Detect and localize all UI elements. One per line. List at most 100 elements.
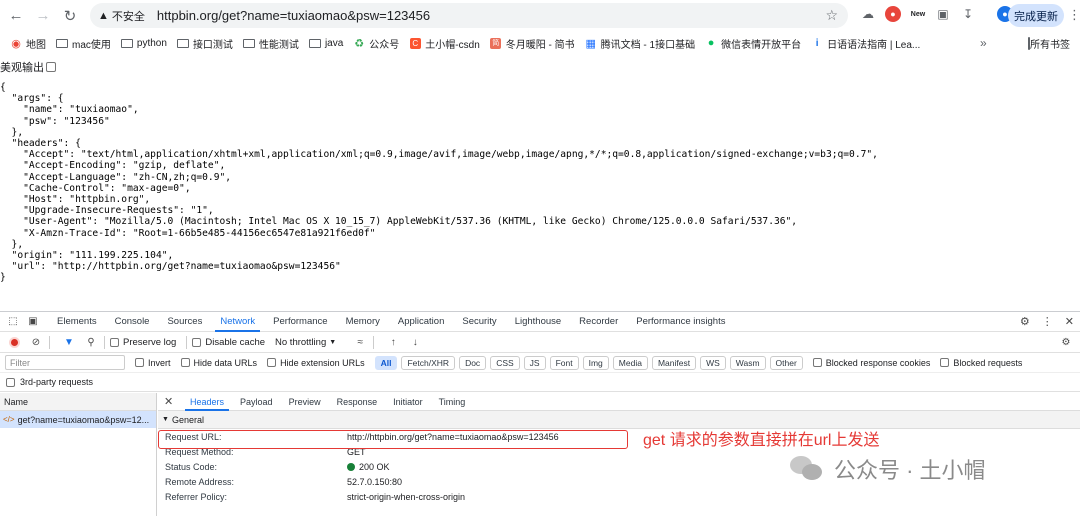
- detail-tab-timing[interactable]: Timing: [431, 393, 474, 411]
- devtools-tab-sources[interactable]: Sources: [158, 312, 211, 332]
- type-filter-css[interactable]: CSS: [490, 355, 520, 370]
- record-icon[interactable]: [6, 334, 22, 350]
- bookmark-item[interactable]: ◉ 地图: [10, 36, 46, 51]
- watermark-text: 公众号 · 土小帽: [834, 458, 986, 483]
- json-line: "psw": "123456": [0, 115, 110, 127]
- bookmark-item[interactable]: java: [308, 38, 343, 49]
- third-party-checkbox[interactable]: 3rd-party requests: [0, 373, 1080, 392]
- close-devtools-icon[interactable]: ✕: [1065, 315, 1074, 328]
- detail-tab-payload[interactable]: Payload: [232, 393, 281, 411]
- export-har-icon[interactable]: ↓: [407, 334, 423, 350]
- preserve-log-label: Preserve log: [123, 336, 177, 348]
- throttling-select[interactable]: No throttling ▼: [275, 337, 336, 348]
- devtools-tab-security[interactable]: Security: [453, 312, 505, 332]
- bookmarks-bar: ◉ 地图 mac使用 python 接口测试 性能测试 java ♻ 公众号 C 土小帽-csdn 简…: [0, 31, 1080, 55]
- type-filter-wasm[interactable]: Wasm: [729, 355, 766, 370]
- type-filter-fetchxhr[interactable]: Fetch/XHR: [401, 355, 456, 370]
- browser-toolbar: ← → ↻ ▲ 不安全 httpbin.org/get?name=tuxiaom…: [0, 0, 1080, 31]
- devtools-tab-performance-insights[interactable]: Performance insights: [627, 312, 734, 332]
- request-name: get?name=tuxiaomao&psw=12...: [17, 414, 150, 425]
- extension-red-icon[interactable]: ●: [885, 6, 901, 22]
- bookmark-item[interactable]: mac使用: [56, 36, 111, 51]
- forward-arrow-icon[interactable]: →: [32, 5, 54, 27]
- bookmark-item[interactable]: 简冬月暖阳 - 简书: [490, 36, 575, 51]
- all-bookmarks-button[interactable]: 所有书签: [1028, 36, 1070, 51]
- network-conditions-icon[interactable]: ≈: [352, 334, 368, 350]
- type-filter-ws[interactable]: WS: [700, 355, 726, 370]
- general-value: 200 OK: [347, 462, 390, 472]
- blocked-response-cookies-checkbox[interactable]: Blocked response cookies: [812, 358, 930, 368]
- hide-extension-urls-checkbox[interactable]: Hide extension URLs: [267, 358, 365, 368]
- bookmark-item[interactable]: i 日语语法指南 | Lea...: [811, 36, 921, 51]
- devtools-tab-elements[interactable]: Elements: [48, 312, 106, 332]
- extension-new-icon[interactable]: New: [910, 6, 926, 22]
- bookmark-item[interactable]: python: [120, 38, 167, 49]
- pretty-print-checkbox[interactable]: [46, 62, 56, 72]
- devtools-tab-performance[interactable]: Performance: [264, 312, 336, 332]
- puzzle-icon[interactable]: ▣: [935, 6, 951, 22]
- general-row: Referrer Policy: strict-origin-when-cross…: [158, 489, 1080, 504]
- devtools-tab-network[interactable]: Network: [211, 312, 264, 332]
- type-filter-manifest[interactable]: Manifest: [651, 355, 697, 370]
- reload-icon[interactable]: ↻: [59, 5, 81, 27]
- type-filter-doc[interactable]: Doc: [459, 355, 487, 370]
- url-text[interactable]: httpbin.org/get?name=tuxiaomao&psw=12345…: [157, 8, 430, 23]
- address-bar[interactable]: ▲ 不安全 httpbin.org/get?name=tuxiaomao&psw…: [90, 3, 848, 28]
- detail-tab-response[interactable]: Response: [329, 393, 386, 411]
- bookmark-item[interactable]: 接口测试: [176, 36, 233, 51]
- filter-input[interactable]: Filter: [5, 355, 125, 370]
- bookmark-star-icon[interactable]: ☆: [825, 7, 838, 24]
- insecure-chip[interactable]: ▲ 不安全: [98, 8, 145, 24]
- json-line: "origin": "111.199.225.104",: [0, 250, 174, 262]
- type-filter-other[interactable]: Other: [769, 355, 803, 370]
- devtools-tab-application[interactable]: Application: [389, 312, 453, 332]
- bookmark-label: 公众号: [369, 39, 400, 51]
- type-filter-img[interactable]: Img: [582, 355, 609, 370]
- json-line: {: [0, 82, 6, 93]
- import-har-icon[interactable]: ↑: [385, 334, 401, 350]
- filter-funnel-icon[interactable]: ▼: [61, 334, 77, 350]
- cloud-icon[interactable]: ☁: [860, 6, 876, 22]
- devtools-menu-icon[interactable]: ⋮: [1042, 315, 1053, 328]
- name-column-header[interactable]: Name: [0, 393, 156, 411]
- devtools-tab-memory[interactable]: Memory: [337, 312, 389, 332]
- search-icon[interactable]: ⚲: [83, 334, 99, 350]
- back-arrow-icon[interactable]: ←: [5, 5, 27, 27]
- type-filter-font[interactable]: Font: [549, 355, 579, 370]
- type-filter-all[interactable]: All: [374, 355, 398, 370]
- close-details-icon[interactable]: ✕: [164, 395, 182, 408]
- bookmark-item[interactable]: ▦ 腾讯文档 - 1接口基础: [585, 36, 695, 51]
- json-line: "Host": "httpbin.org",: [0, 194, 151, 206]
- settings-gear-icon[interactable]: ⚙: [1020, 315, 1030, 328]
- general-title: General: [171, 414, 204, 425]
- bookmark-item[interactable]: 性能测试: [242, 36, 299, 51]
- tencent-docs-icon: ▦: [585, 37, 596, 50]
- detail-tab-headers[interactable]: Headers: [182, 393, 232, 411]
- update-button[interactable]: 完成更新: [1008, 4, 1064, 27]
- detail-tab-preview[interactable]: Preview: [281, 393, 329, 411]
- general-section-header[interactable]: ▼ General: [158, 411, 1080, 429]
- invert-checkbox[interactable]: Invert: [135, 358, 171, 368]
- preserve-log-checkbox[interactable]: Preserve log: [110, 337, 176, 348]
- bookmark-item[interactable]: ● 微信表情开放平台: [705, 36, 801, 51]
- type-filter-js[interactable]: JS: [523, 355, 546, 370]
- blocked-requests-checkbox[interactable]: Blocked requests: [940, 358, 1022, 368]
- device-toolbar-icon[interactable]: ▣: [26, 315, 40, 329]
- request-row[interactable]: </> get?name=tuxiaomao&psw=12...: [0, 411, 156, 428]
- network-settings-icon[interactable]: ⚙: [1058, 334, 1074, 350]
- inspect-element-icon[interactable]: ⬚: [6, 315, 20, 329]
- download-icon[interactable]: ↧: [960, 6, 976, 22]
- type-filter-media[interactable]: Media: [612, 355, 648, 370]
- devtools-tab-lighthouse[interactable]: Lighthouse: [506, 312, 570, 332]
- bookmark-item[interactable]: C 土小帽-csdn: [409, 36, 480, 51]
- pretty-print-toggle[interactable]: 美观输出: [0, 59, 56, 75]
- menu-kebab-icon[interactable]: ⋮: [1068, 7, 1080, 23]
- disable-cache-checkbox[interactable]: Disable cache: [192, 337, 265, 348]
- detail-tab-initiator[interactable]: Initiator: [385, 393, 431, 411]
- devtools-tab-recorder[interactable]: Recorder: [570, 312, 627, 332]
- clear-icon[interactable]: ⊘: [28, 334, 44, 350]
- bookmarks-overflow-icon[interactable]: »: [980, 36, 987, 50]
- hide-data-urls-checkbox[interactable]: Hide data URLs: [180, 358, 257, 368]
- devtools-tab-console[interactable]: Console: [106, 312, 159, 332]
- bookmark-item[interactable]: ♻ 公众号: [353, 36, 399, 51]
